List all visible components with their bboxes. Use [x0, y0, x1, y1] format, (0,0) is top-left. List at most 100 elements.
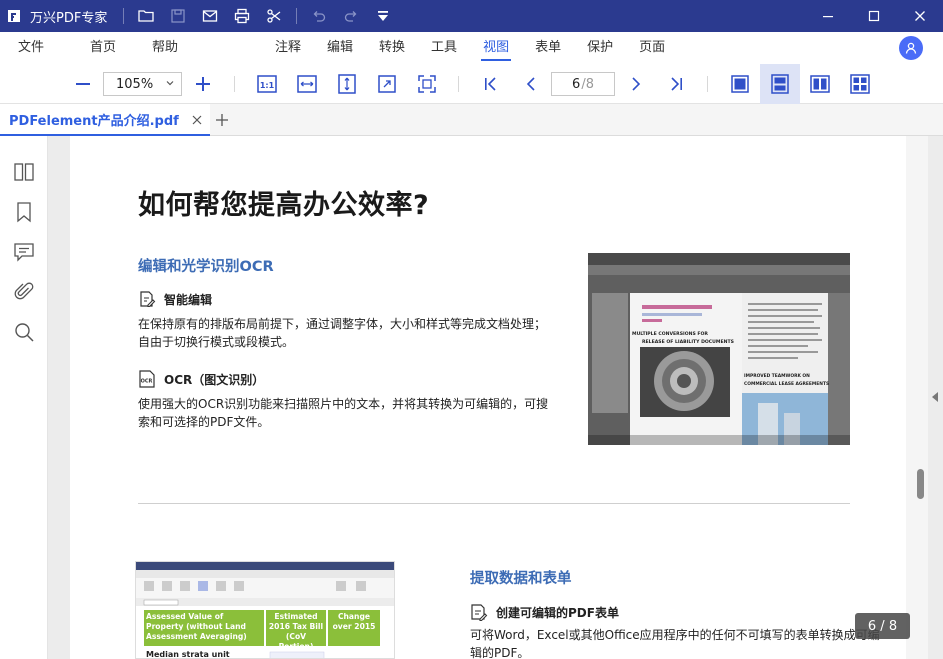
close-button[interactable]	[897, 0, 943, 32]
product-screenshot-edit: MULTIPLE CONVERSIONS FOR RELEASE OF LIAB…	[588, 253, 850, 445]
feature-title-text: OCR（图文识别）	[164, 372, 265, 387]
single-page-button[interactable]	[724, 68, 756, 100]
feature-description-ocr: 使用强大的OCR识别功能来扫描照片中的文本，并将其转换为可编辑的，可搜 索和可选…	[138, 395, 548, 431]
page-number-input[interactable]: 6 /8	[551, 72, 615, 96]
mail-icon[interactable]	[194, 0, 226, 32]
folder-open-icon[interactable]	[130, 0, 162, 32]
toolbar-separator-2	[458, 76, 459, 92]
dropdown-icon[interactable]	[367, 0, 399, 32]
window-controls	[805, 0, 943, 32]
menu-convert[interactable]: 转换	[366, 32, 418, 64]
document-tab-label: PDFelement产品介绍.pdf	[9, 113, 179, 129]
title-bar: 万兴PDF专家	[0, 0, 943, 32]
menu-view[interactable]: 视图	[470, 32, 522, 64]
app-title: 万兴PDF专家	[30, 10, 108, 26]
document-tab[interactable]: PDFelement产品介绍.pdf	[0, 104, 210, 136]
new-tab-button[interactable]	[212, 110, 232, 130]
actual-size-button[interactable]: 1:1	[251, 68, 283, 100]
text-line: 可将Word，Excel或其他Office应用程序中的任何不可填写的表单转换成可…	[470, 628, 880, 642]
menu-form[interactable]: 表单	[522, 32, 574, 64]
image-right-title-line1: IMPROVED TEAMWORK ON	[744, 373, 810, 379]
menu-edit[interactable]: 编辑	[314, 32, 366, 64]
feature-title-text: 创建可编辑的PDF表单	[496, 605, 619, 620]
user-avatar-icon[interactable]	[899, 36, 923, 60]
toolbar-separator-3	[707, 76, 708, 92]
two-page-scroll-button[interactable]	[844, 68, 876, 100]
attachment-icon[interactable]	[12, 280, 36, 304]
menu-comment[interactable]: 注释	[262, 32, 314, 64]
table-header-col3: Change over 2015	[332, 612, 376, 631]
undo-icon[interactable]	[303, 0, 335, 32]
section-title-extract-data: 提取数据和表单	[470, 571, 572, 587]
page-indicator: 6 / 8	[855, 613, 910, 639]
menu-file[interactable]: 文件	[2, 32, 60, 64]
close-tab-icon[interactable]	[190, 113, 204, 127]
fit-width-button[interactable]	[291, 68, 323, 100]
share-icon[interactable]	[258, 0, 290, 32]
total-pages: /8	[581, 76, 594, 92]
title-separator	[123, 8, 125, 24]
menu-protect[interactable]: 保护	[574, 32, 626, 64]
vertical-scrollbar[interactable]	[906, 136, 928, 659]
first-page-button[interactable]	[475, 68, 507, 100]
last-page-button[interactable]	[660, 68, 692, 100]
document-tab-bar: PDFelement产品介绍.pdf	[0, 104, 943, 136]
menu-bar: 文件 首页 帮助 注释 编辑 转换 工具 视图 表单 保护 页面	[0, 32, 943, 64]
section-title-edit-ocr: 编辑和光学识别OCR	[138, 259, 274, 275]
app-logo-icon	[0, 0, 28, 32]
menu-help[interactable]: 帮助	[136, 32, 194, 64]
svg-text:1:1: 1:1	[260, 81, 275, 90]
text-line: 辑的PDF。	[470, 646, 530, 659]
save-icon[interactable]	[162, 0, 194, 32]
feature-title-ocr: OCR OCR（图文识别）	[138, 370, 264, 388]
feature-title-smart-edit: 智能编辑	[138, 290, 212, 308]
zoom-select[interactable]: 105%	[103, 72, 182, 96]
ocr-icon: OCR	[139, 370, 155, 388]
current-page: 6	[572, 76, 581, 92]
left-side-panel	[0, 136, 48, 659]
feature-description-smart-edit: 在保持原有的排版布局前提下，通过调整字体，大小和样式等完成文档处理； 自由于切换…	[138, 315, 546, 351]
screenshot-illustration	[136, 562, 394, 658]
scrollbar-thumb[interactable]	[917, 469, 924, 499]
two-page-button[interactable]	[804, 68, 836, 100]
collapse-right-panel-icon[interactable]	[932, 392, 938, 402]
bookmark-icon[interactable]	[12, 200, 36, 224]
continuous-scroll-button[interactable]	[760, 64, 800, 104]
toolbar-separator	[234, 76, 235, 92]
image-title-line1: MULTIPLE CONVERSIONS FOR	[632, 331, 708, 337]
fit-height-button[interactable]	[331, 68, 363, 100]
print-icon[interactable]	[226, 0, 258, 32]
zoom-in-button[interactable]	[187, 68, 219, 100]
menu-tools[interactable]: 工具	[418, 32, 470, 64]
previous-page-button[interactable]	[515, 68, 547, 100]
text-line: 使用强大的OCR识别功能来扫描照片中的文本，并将其转换为可编辑的，可搜	[138, 397, 549, 411]
minimize-button[interactable]	[805, 0, 851, 32]
edit-document-icon	[140, 291, 156, 308]
screenshot-illustration: MULTIPLE CONVERSIONS FOR RELEASE OF LIAB…	[588, 253, 850, 445]
fit-page-button[interactable]	[371, 68, 403, 100]
redo-icon[interactable]	[335, 0, 367, 32]
document-viewport: 如何帮您提高办公效率? 编辑和光学识别OCR 智能编辑 在保持原有的排版布局前提…	[48, 136, 943, 659]
thumbnails-icon[interactable]	[12, 160, 36, 184]
product-screenshot-form: Assessed Value of Property (without Land…	[135, 561, 395, 659]
text-line: 在保持原有的排版布局前提下，通过调整字体，大小和样式等完成文档处理；	[138, 317, 547, 331]
comment-icon[interactable]	[12, 240, 36, 264]
text-line: 索和可选择的PDF文件。	[138, 415, 270, 429]
view-toolbar: 105% 1:1 6 /8	[0, 64, 943, 104]
plus-icon	[216, 114, 228, 126]
image-title-line2: RELEASE OF LIABILITY DOCUMENTS	[642, 339, 734, 345]
zoom-out-button[interactable]	[67, 68, 99, 100]
form-icon	[471, 604, 488, 621]
title-separator-2	[296, 8, 298, 24]
maximize-button[interactable]	[851, 0, 897, 32]
menu-page[interactable]: 页面	[626, 32, 678, 64]
svg-text:OCR: OCR	[141, 379, 153, 385]
zoom-value: 105%	[116, 76, 154, 92]
next-page-button[interactable]	[620, 68, 652, 100]
search-icon[interactable]	[12, 320, 36, 344]
menu-home[interactable]: 首页	[74, 32, 132, 64]
chevron-down-icon	[166, 81, 174, 86]
fullscreen-button[interactable]	[411, 68, 443, 100]
table-header-col2: Estimated 2016 Tax Bill (CoV Portion)	[268, 612, 324, 651]
image-right-title-line2: COMMERCIAL LEASE AGREEMENTS	[744, 381, 829, 387]
